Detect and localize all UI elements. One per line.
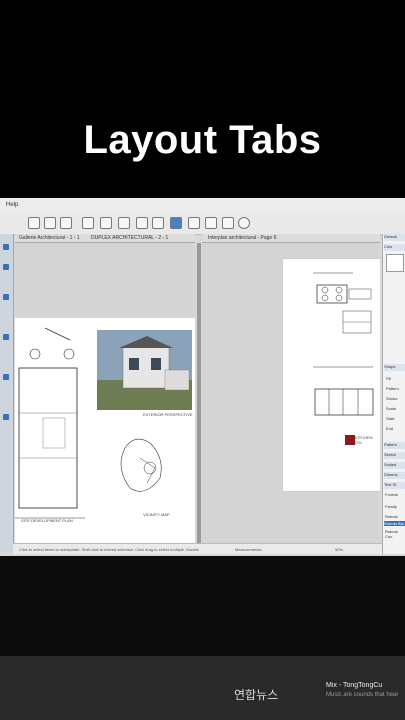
next-page-icon[interactable]: [222, 217, 234, 229]
section-shape[interactable]: Shape: [384, 364, 405, 371]
default-tray-title: Default: [384, 234, 405, 241]
music-title: Mix - TongTongCu: [326, 682, 383, 689]
color-preview[interactable]: [386, 254, 404, 272]
tool-icon[interactable]: [3, 244, 9, 250]
text-family-label: Family: [385, 504, 397, 509]
drawing-sheet-right[interactable]: KITCHEN DTL: [282, 258, 380, 492]
field-stroke: Stroke: [386, 396, 398, 401]
measurements-label[interactable]: Measurements: [235, 547, 261, 552]
section-pattern[interactable]: Pattern: [384, 442, 405, 449]
music-info[interactable]: Mix - TongTongCu Music are sounds that h…: [326, 682, 405, 698]
tab-interplan[interactable]: Interplan architectural - Page 6: [208, 235, 276, 241]
section-colors[interactable]: Colo: [384, 244, 405, 251]
menu-bar: Help: [0, 198, 405, 212]
music-subtitle: Music are sounds that hear: [326, 692, 399, 698]
document-tab-bar-right: Interplan architectural - Page 6: [202, 234, 380, 243]
table-tool-icon[interactable]: [82, 217, 94, 229]
eyedropper-tool-icon[interactable]: [118, 217, 130, 229]
monitor-bezel: [0, 556, 405, 656]
status-bar: Click to select items to manipulate. Shi…: [13, 543, 382, 554]
text-tool-icon[interactable]: [44, 217, 56, 229]
sketchup-layout-window: Help Gallerie Architectural - 1 - 1 DUPL…: [0, 198, 405, 556]
tab-duplex[interactable]: DUPLEX ARCHITECTURAL - 2 - 1: [91, 235, 168, 241]
label-site-plan: SITE DEVELOPMENT PLAN: [21, 518, 73, 523]
section-sketchy[interactable]: Sketch: [384, 452, 405, 459]
watermark: 연합뉴스: [234, 688, 279, 702]
presentation-icon[interactable]: [170, 217, 182, 229]
label-exterior: EXTERIOR PERSPECTIVE: [143, 412, 193, 417]
paint-tool-icon[interactable]: [152, 217, 164, 229]
pane-divider[interactable]: [197, 243, 201, 543]
pen-tool-icon[interactable]: [136, 217, 148, 229]
eraser-tool-icon[interactable]: [60, 217, 72, 229]
video-title: Layout Tabs: [83, 118, 322, 162]
zoom-level[interactable]: 50%: [335, 547, 343, 552]
field-pattern: Pattern: [386, 386, 399, 391]
field-scale: Scale: [386, 406, 397, 411]
drawing-sheet-left[interactable]: SITE DEVELOPMENT PLAN EXTERIOR PERSPECTI…: [15, 318, 195, 543]
tool-icon[interactable]: [3, 264, 9, 270]
document-tab-bar-left: Gallerie Architectural - 1 - 1 DUPLEX AR…: [15, 234, 195, 243]
label-kitchen: KITCHEN DTL: [355, 435, 373, 445]
menu-help[interactable]: Help: [6, 202, 18, 208]
tool-icon[interactable]: [3, 294, 9, 300]
font-option-roboto-black[interactable]: Roboto Bla: [384, 521, 405, 526]
field-end: End: [386, 426, 394, 431]
text-format-label: Format: [385, 492, 398, 497]
left-tool-strip: [0, 234, 14, 552]
toolbar: [0, 212, 405, 235]
section-dimension[interactable]: Dimens: [384, 472, 405, 479]
tool-icon[interactable]: [3, 414, 9, 420]
tab-gallerie[interactable]: Gallerie Architectural - 1 - 1: [19, 235, 80, 241]
field-fill: Fill: [386, 376, 392, 381]
add-page-icon[interactable]: [188, 217, 200, 229]
pencil-tool-icon[interactable]: [100, 217, 112, 229]
previous-page-icon[interactable]: [205, 217, 217, 229]
document-pane-right: KITCHEN DTL: [202, 243, 380, 543]
label-vicinity: VICINITY MAP: [143, 512, 170, 517]
site-plan-drawing: [15, 327, 192, 519]
document-pane-left: SITE DEVELOPMENT PLAN EXTERIOR PERSPECTI…: [15, 243, 195, 543]
font-option-roboto[interactable]: Roboto: [385, 514, 398, 519]
font-option-roboto-condensed[interactable]: Roboto Con: [385, 529, 405, 539]
default-tray: Default Colo Shape Fill Pattern Stroke S…: [382, 234, 405, 554]
tool-icon[interactable]: [3, 374, 9, 380]
section-scaled[interactable]: Scaled: [384, 462, 405, 469]
kitchen-detail-drawing: [313, 272, 374, 445]
section-text-style[interactable]: Text St: [384, 482, 405, 489]
zoom-icon[interactable]: [238, 217, 250, 229]
tool-icon[interactable]: [3, 334, 9, 340]
status-hint: Click to select items to manipulate. Shi…: [19, 547, 199, 552]
select-tool-icon[interactable]: [28, 217, 40, 229]
field-start: Start: [386, 416, 395, 421]
